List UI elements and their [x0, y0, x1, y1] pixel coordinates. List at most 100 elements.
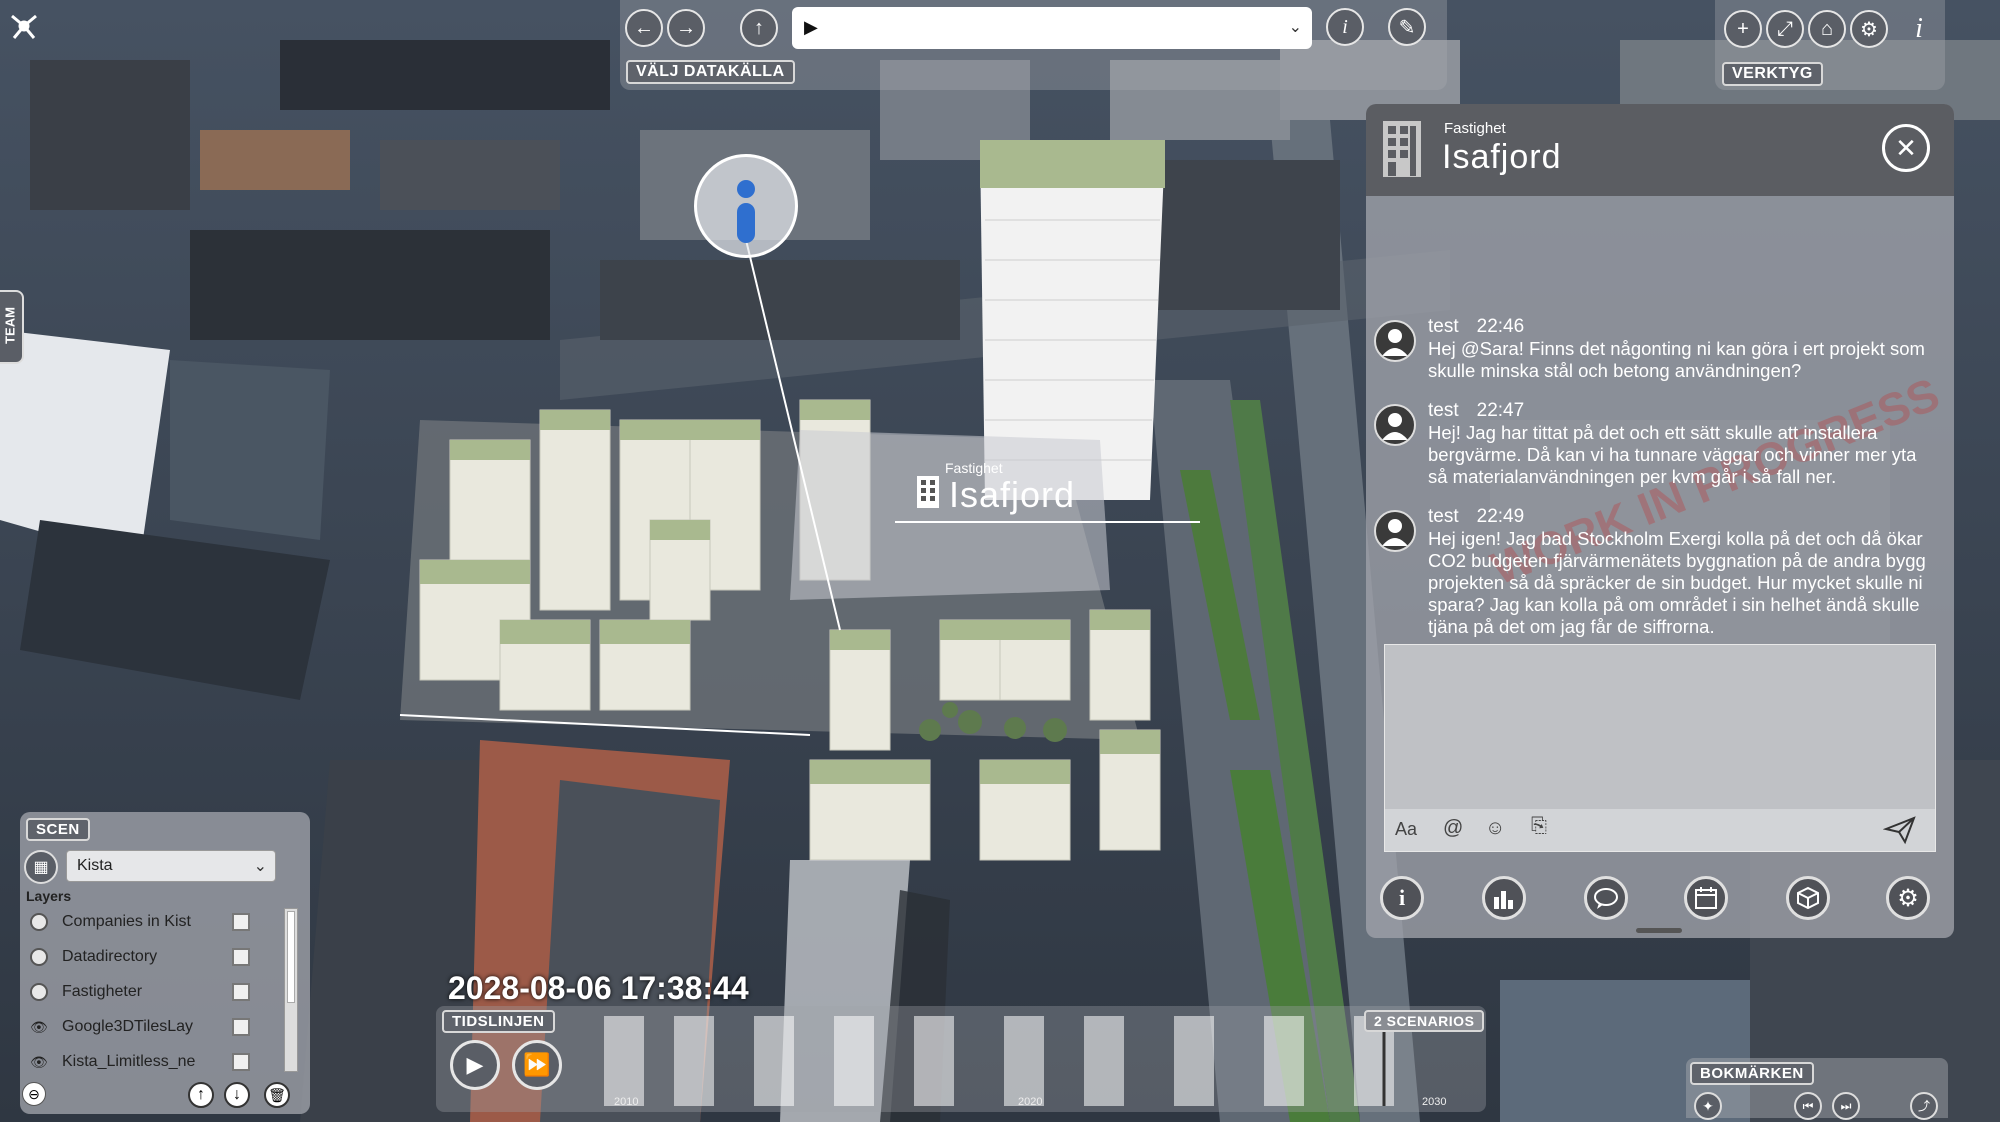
panel-title: Isafjord: [1442, 138, 1562, 176]
layer-checkbox[interactable]: [232, 983, 250, 1001]
scene-tag[interactable]: SCEN: [26, 818, 90, 841]
visibility-toggle[interactable]: [30, 948, 48, 966]
layer-row[interactable]: 👁 Kista_Limitless_ne: [20, 1046, 280, 1074]
tools-tag[interactable]: VERKTYG: [1722, 62, 1823, 86]
forward-button[interactable]: →: [667, 9, 705, 47]
chat-message: test 22:49 Hej igen! Jag bad Stockholm Ex…: [1428, 506, 1940, 638]
home-icon: ⌂: [1820, 17, 1834, 40]
scenarios-tag[interactable]: 2 SCENARIOS: [1364, 1010, 1485, 1032]
send-icon[interactable]: [1883, 815, 1917, 845]
panel-calendar-button[interactable]: [1684, 876, 1728, 920]
move-up-icon[interactable]: ↑: [188, 1082, 214, 1108]
mention-button[interactable]: @: [1443, 817, 1463, 840]
app-logo-icon[interactable]: [8, 10, 40, 42]
move-down-icon[interactable]: ↓: [224, 1082, 250, 1108]
panel-3d-button[interactable]: [1786, 876, 1830, 920]
map-info-marker[interactable]: [694, 154, 798, 258]
back-button[interactable]: ←: [625, 9, 663, 47]
layer-name: Companies in Kist: [62, 913, 191, 930]
layer-checkbox[interactable]: [232, 948, 250, 966]
building-icon: [917, 476, 939, 508]
eye-icon[interactable]: 👁: [30, 1018, 48, 1036]
previous-bookmark-icon[interactable]: ⏮: [1794, 1092, 1822, 1120]
layer-row[interactable]: Companies in Kist: [20, 906, 280, 938]
scene-panel: SCEN ▦ Kista ⌄ Layers Companies in Kist …: [20, 812, 310, 1114]
team-tab[interactable]: TEAM: [0, 290, 24, 364]
layer-name: Fastigheter: [62, 983, 143, 1000]
timeline-datetime: 2028-08-06 17:38:44: [448, 970, 749, 1006]
chat-icon: [1594, 888, 1618, 909]
layers-heading: Layers: [26, 888, 72, 904]
layer-checkbox[interactable]: [232, 913, 250, 931]
message-time: 22:46: [1476, 316, 1525, 337]
message-time: 22:47: [1476, 400, 1525, 421]
fullscreen-button[interactable]: ⤢: [1766, 10, 1804, 48]
layer-checkbox[interactable]: [232, 1053, 250, 1071]
visibility-toggle[interactable]: [30, 913, 48, 931]
scene-select-value: Kista: [77, 857, 113, 874]
layers-scrollbar[interactable]: [284, 908, 298, 1072]
message-input[interactable]: [1385, 645, 1935, 805]
layer-row[interactable]: Fastigheter: [20, 976, 280, 1008]
map-3d-view[interactable]: TEAM ← → ↑ ▶ ⌄ i ✎ VÄLJ DATAKÄLLA + ⤢ ⌂ …: [0, 0, 2000, 1122]
attach-icon[interactable]: ⎘: [1531, 815, 1547, 838]
add-bookmark-icon[interactable]: ✦: [1694, 1092, 1722, 1120]
cube-icon: [1797, 886, 1819, 910]
chevron-down-icon: ⌄: [253, 858, 267, 875]
layer-name: Google3DTilesLay: [62, 1018, 194, 1035]
layer-row[interactable]: 👁 Google3DTilesLay: [20, 1011, 280, 1043]
info-icon: i: [1398, 885, 1406, 910]
avatar: [1374, 320, 1416, 362]
scene-button[interactable]: ▦: [24, 850, 58, 884]
up-button[interactable]: ↑: [740, 9, 778, 47]
panel-chart-button[interactable]: [1482, 876, 1526, 920]
bookmarks-tag[interactable]: BOKMÄRKEN: [1690, 1062, 1814, 1085]
layer-row[interactable]: Datadirectory: [20, 941, 280, 973]
chevron-down-icon: ⌄: [1288, 19, 1302, 36]
next-bookmark-icon[interactable]: ⏭: [1832, 1092, 1860, 1120]
scene-select[interactable]: Kista ⌄: [66, 850, 276, 882]
fast-forward-icon: ⏩: [523, 1052, 551, 1077]
emoji-icon[interactable]: ☺: [1485, 817, 1505, 840]
trash-icon[interactable]: 🗑: [264, 1082, 290, 1108]
map-property-label[interactable]: Fastighet Isafjord: [915, 460, 1135, 530]
close-button[interactable]: ✕: [1882, 124, 1930, 172]
message-author: test: [1428, 400, 1459, 421]
info-icon: i: [1915, 13, 1923, 44]
panel-chat-button[interactable]: [1584, 876, 1628, 920]
panel-resize-handle[interactable]: [1636, 928, 1682, 933]
play-button[interactable]: ▶: [450, 1040, 500, 1090]
timeline-track[interactable]: 2010 2020 2030: [584, 1012, 1464, 1110]
layer-settings-icon[interactable]: ⊖: [22, 1082, 46, 1106]
info-button[interactable]: i: [1326, 8, 1364, 46]
data-source-dropdown[interactable]: ▶ ⌄: [792, 7, 1312, 49]
arrow-up-icon: ↑: [754, 16, 764, 39]
panel-info-button[interactable]: i: [1380, 876, 1424, 920]
compose-box: Aa @ ☺ ⎘: [1384, 644, 1936, 852]
panel-header: Fastighet Isafjord ✕: [1366, 104, 1954, 196]
message-time: 22:49: [1476, 506, 1525, 527]
arrow-left-icon: ←: [634, 16, 654, 39]
chat-message: test 22:46 Hej @Sara! Finns det någonting…: [1428, 316, 1940, 382]
settings-button[interactable]: ⚙: [1850, 10, 1888, 48]
layer-checkbox[interactable]: [232, 1018, 250, 1036]
draw-tool-button[interactable]: ✎: [1388, 8, 1426, 46]
fast-forward-button[interactable]: ⏩: [512, 1040, 562, 1090]
play-icon: ▶: [466, 1052, 484, 1077]
property-panel: Fastighet Isafjord ✕ WORK IN PROGRESS te…: [1366, 104, 1954, 938]
data-source-tag[interactable]: VÄLJ DATAKÄLLA: [626, 60, 795, 84]
layer-name: Kista_Limitless_ne: [62, 1053, 196, 1070]
chat-message: test 22:47 Hej! Jag har tittat på det och…: [1428, 400, 1940, 488]
format-button[interactable]: Aa: [1395, 819, 1417, 840]
message-author: test: [1428, 316, 1459, 337]
timeline-tag[interactable]: TIDSLINJEN: [442, 1010, 555, 1033]
home-button[interactable]: ⌂: [1808, 10, 1846, 48]
share-bookmark-icon[interactable]: ⤴: [1910, 1092, 1938, 1120]
visibility-toggle[interactable]: [30, 983, 48, 1001]
timeline-year: 2030: [1422, 1096, 1447, 1108]
add-button[interactable]: +: [1724, 10, 1762, 48]
panel-settings-button[interactable]: ⚙: [1886, 876, 1930, 920]
help-button[interactable]: i: [1900, 10, 1938, 48]
team-tab-label: TEAM: [2, 307, 18, 344]
eye-icon[interactable]: 👁: [30, 1053, 48, 1071]
